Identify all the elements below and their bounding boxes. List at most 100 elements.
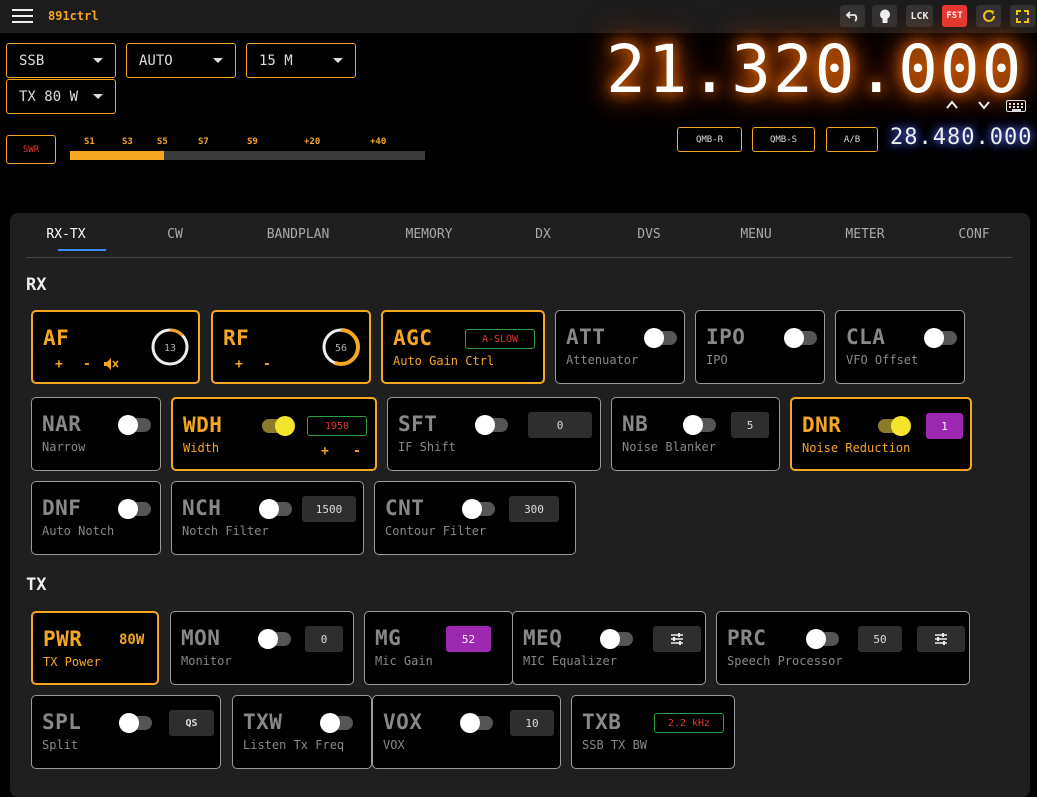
mon-toggle[interactable] [258,629,291,649]
nar-label: NAR [42,412,82,436]
quick-split-button[interactable]: QS [169,710,214,736]
meq-card[interactable]: MEQ MIC Equalizer [512,611,706,685]
vox-card[interactable]: VOX VOX 10 [372,695,561,769]
tab-memory[interactable]: MEMORY [406,227,453,242]
af-gain-card[interactable]: AF + - 13 [31,310,200,384]
dnf-label: DNF [42,496,82,520]
main-panel: RX-TX CW BANDPLAN MEMORY DX DVS MENU MET… [10,213,1030,797]
meq-toggle[interactable] [600,629,633,649]
s-meter-tick: S3 [122,137,133,147]
wdh-toggle[interactable] [262,416,295,436]
undo-button[interactable] [840,5,865,27]
dnr-toggle[interactable] [878,416,911,436]
af-minus-button[interactable]: - [83,357,91,372]
att-toggle[interactable] [644,328,677,348]
tx-power-value: TX 80 W [19,88,79,105]
cnt-card[interactable]: CNT Contour Filter 300 [374,481,576,555]
vox-label: VOX [383,710,423,734]
wdh-card[interactable]: WDH Width 1950 + - [171,397,377,471]
wdh-plus-button[interactable]: + [321,444,329,459]
mon-desc: Monitor [181,654,232,668]
band-select[interactable]: 15 M [246,43,356,78]
rf-minus-button[interactable]: - [263,357,271,372]
light-button[interactable] [872,5,897,27]
cla-card[interactable]: CLA VFO Offset [835,310,965,384]
refresh-button[interactable] [976,5,1001,27]
tab-conf[interactable]: CONF [958,227,989,242]
rf-plus-button[interactable]: + [235,357,243,372]
vox-desc: VOX [383,738,405,752]
rf-gain-knob[interactable]: 56 [320,326,362,368]
dnr-card[interactable]: DNR Noise Reduction 1 [790,397,972,471]
lock-button[interactable]: LCK [906,5,933,27]
agc-select[interactable]: AUTO [126,43,236,78]
prc-card[interactable]: PRC Speech Processor 50 [716,611,970,685]
dnf-toggle[interactable] [118,499,151,519]
mute-icon[interactable] [103,357,119,371]
nar-toggle[interactable] [118,415,151,435]
rf-gain-card[interactable]: RF + - 56 [211,310,371,384]
keyboard-icon[interactable] [1006,100,1026,112]
swr-button[interactable]: SWR [6,135,56,164]
agc-card[interactable]: AGC Auto Gain Ctrl A-SLOW [381,310,545,384]
wdh-minus-button[interactable]: - [353,444,361,459]
nb-desc: Noise Blanker [622,440,716,454]
txb-card[interactable]: TXB SSB TX BW 2.2 kHz [571,695,735,769]
tab-cw[interactable]: CW [167,227,183,242]
tab-rx-tx[interactable]: RX-TX [46,227,85,242]
sft-toggle[interactable] [475,415,508,435]
prc-toggle[interactable] [806,629,839,649]
txw-card[interactable]: TXW Listen Tx Freq [232,695,372,769]
vox-toggle[interactable] [460,713,493,733]
tx-power-select[interactable]: TX 80 W [6,79,116,114]
nch-toggle[interactable] [259,499,292,519]
qmb-recall-button[interactable]: QMB-R [677,127,742,152]
fullscreen-button[interactable] [1010,5,1035,27]
tab-dvs[interactable]: DVS [637,227,660,242]
fast-button[interactable]: FST [942,5,967,27]
prc-desc: Speech Processor [727,654,843,668]
af-gain-value: 13 [164,343,176,354]
equalizer-settings-button[interactable] [653,626,701,652]
ipo-card[interactable]: IPO IPO [695,310,825,384]
vfo-swap-button[interactable]: A/B [826,127,878,152]
vox-value: 10 [510,710,554,736]
nch-card[interactable]: NCH Notch Filter 1500 [171,481,364,555]
processor-settings-button[interactable] [917,626,965,652]
cla-toggle[interactable] [924,328,957,348]
sft-card[interactable]: SFT IF Shift 0 [387,397,601,471]
nch-label: NCH [182,496,222,520]
mon-card[interactable]: MON Monitor 0 [170,611,354,685]
mode-select[interactable]: SSB [6,43,116,78]
nar-card[interactable]: NAR Narrow [31,397,161,471]
qmb-store-button[interactable]: QMB-S [752,127,815,152]
s-meter-scale: S1 S3 S5 S7 S9 +20 +40 [70,137,430,149]
spl-card[interactable]: SPL Split QS [31,695,221,769]
cnt-toggle[interactable] [462,499,495,519]
txw-toggle[interactable] [320,713,353,733]
att-card[interactable]: ATT Attenuator [555,310,685,384]
pwr-card[interactable]: PWR TX Power 80W [31,611,159,685]
chevron-down-icon[interactable] [978,99,990,111]
af-gain-knob[interactable]: 13 [149,326,191,368]
tab-dx[interactable]: DX [535,227,551,242]
mg-card[interactable]: MG Mic Gain 52 [364,611,513,685]
spl-toggle[interactable] [119,713,152,733]
tab-bandplan[interactable]: BANDPLAN [267,227,330,242]
nb-toggle[interactable] [683,415,716,435]
sub-vfo-frequency[interactable]: 28.480.000 [890,125,1032,150]
rf-label: RF [223,326,250,350]
ipo-toggle[interactable] [784,328,817,348]
af-plus-button[interactable]: + [55,357,63,372]
tab-menu[interactable]: MENU [740,227,771,242]
main-vfo-frequency[interactable]: 21.320.000 [606,31,1023,108]
s-meter-bar [70,151,425,160]
dnf-card[interactable]: DNF Auto Notch [31,481,161,555]
chevron-up-icon[interactable] [946,99,958,111]
hamburger-menu-icon[interactable] [12,9,33,24]
spl-desc: Split [42,738,79,752]
tab-meter[interactable]: METER [845,227,884,242]
txb-desc: SSB TX BW [582,738,648,752]
nb-card[interactable]: NB Noise Blanker 5 [611,397,780,471]
agc-speed-value: A-SLOW [465,329,535,349]
